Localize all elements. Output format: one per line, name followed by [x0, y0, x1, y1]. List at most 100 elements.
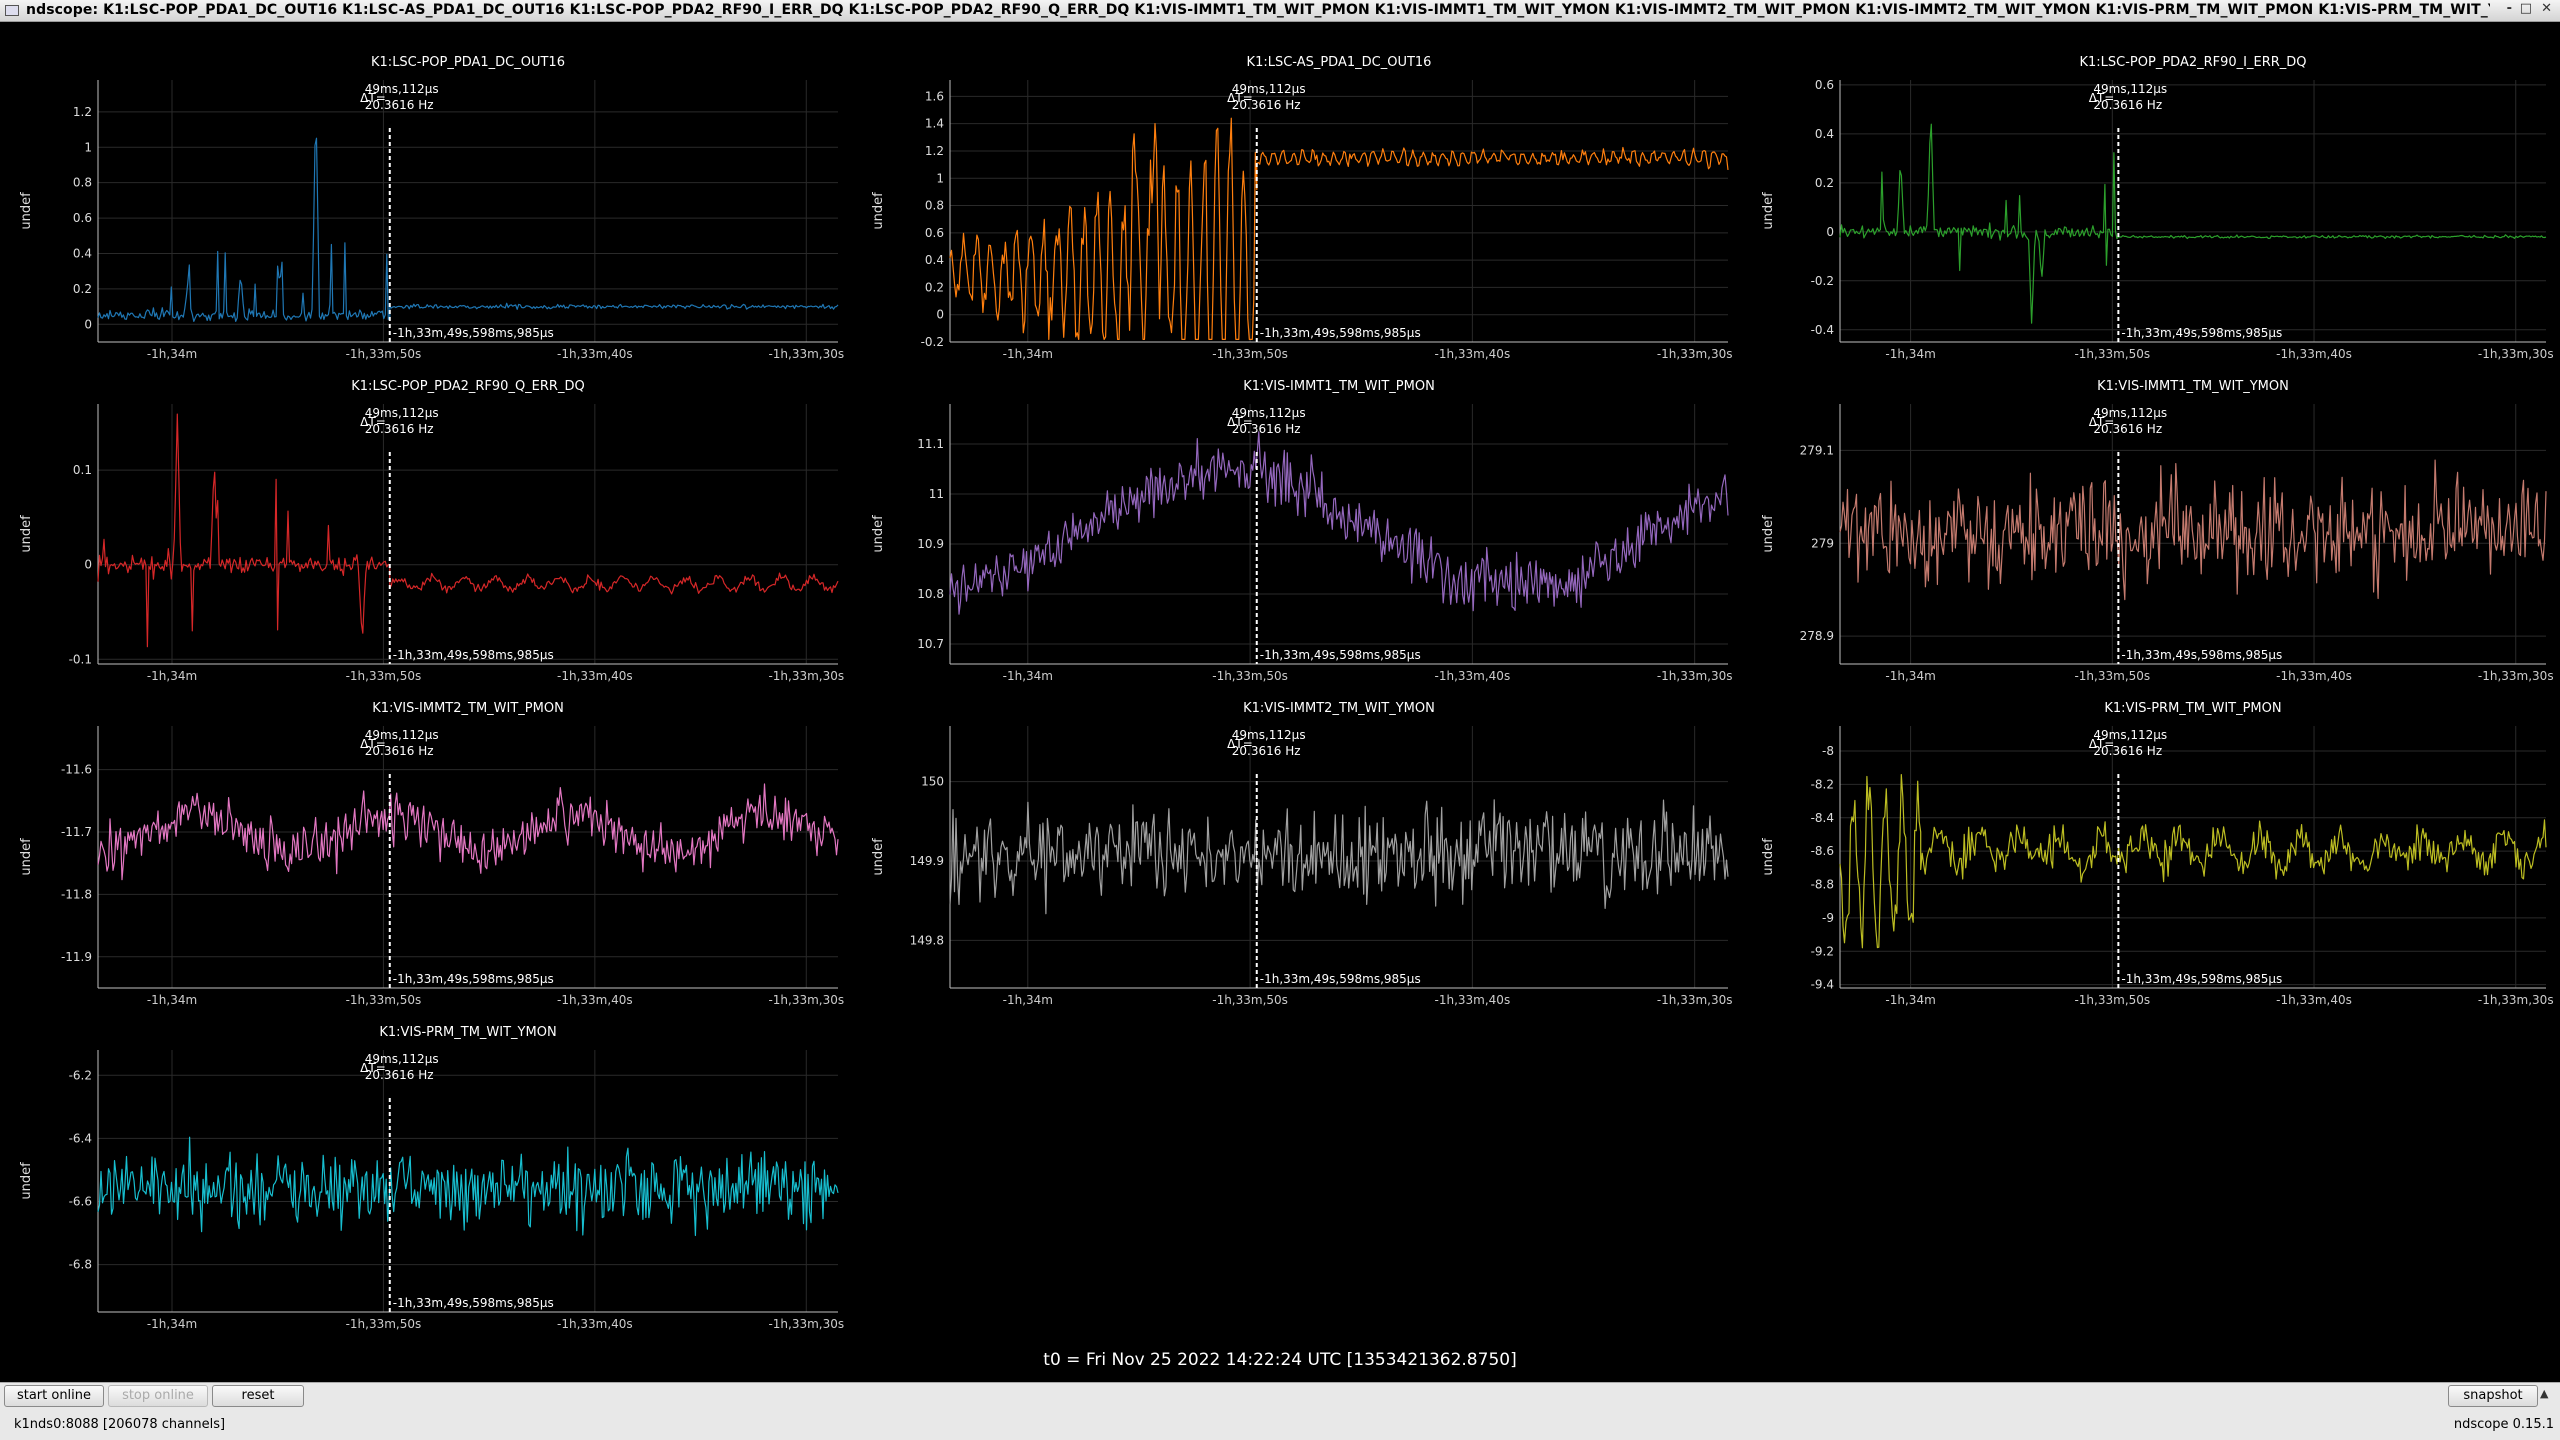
- window-titlebar: ndscope: K1:LSC-POP_PDA1_DC_OUT16 K1:LSC…: [0, 0, 2560, 22]
- y-tick-label: 0: [84, 558, 92, 572]
- cursor-label: -1h,33m,49s,598ms,985µs: [2121, 648, 2282, 662]
- y-axis-label: undef: [1761, 838, 1776, 876]
- plot-panel[interactable]: K1:VIS-IMMT1_TM_WIT_YMON 278.9 279 279.1 -1h…: [1761, 379, 2554, 683]
- plot-title: K1:LSC-POP_PDA2_RF90_I_ERR_DQ: [2079, 55, 2306, 70]
- x-tick-label: -1h,33m,30s: [2478, 347, 2554, 361]
- y-tick-label: 149.8: [910, 933, 944, 947]
- plot-panel[interactable]: K1:VIS-IMMT2_TM_WIT_PMON -11.9 -11.8 -11.7 -…: [19, 701, 844, 1007]
- maximize-icon[interactable]: □: [2520, 1, 2532, 16]
- y-tick-label: -9.4: [1811, 978, 1834, 992]
- x-tick-label: -1h,33m,30s: [1657, 669, 1733, 683]
- delta-frequency: 20.3616 Hz: [2093, 744, 2162, 758]
- x-tick-label: -1h,33m,50s: [2074, 347, 2150, 361]
- y-tick-label: 278.9: [1800, 629, 1834, 643]
- plot-panel[interactable]: K1:LSC-POP_PDA1_DC_OUT16 0 0.2 0.4 0.6 0.8 1 1.…: [19, 55, 844, 361]
- plot-title: K1:VIS-IMMT2_TM_WIT_YMON: [1243, 701, 1435, 716]
- x-tick-label: -1h,34m: [1885, 347, 1935, 361]
- delta-frequency: 20.3616 Hz: [365, 1068, 434, 1082]
- plot-panel[interactable]: K1:VIS-IMMT1_TM_WIT_PMON 10.7 10.8 10.9 11 11…: [871, 379, 1733, 683]
- y-tick-label: -8.6: [1811, 844, 1834, 858]
- delta-frequency: 20.3616 Hz: [1232, 98, 1301, 112]
- y-tick-label: -6.4: [69, 1131, 92, 1145]
- series-line: [97, 413, 839, 648]
- plot-title: K1:LSC-POP_PDA1_DC_OUT16: [371, 55, 565, 70]
- y-tick-label: 10.7: [917, 637, 944, 651]
- close-icon[interactable]: ✕: [2541, 1, 2552, 16]
- series-line: [97, 137, 839, 322]
- reset-button[interactable]: reset: [212, 1385, 304, 1407]
- x-tick-label: -1h,33m,50s: [2074, 993, 2150, 1007]
- x-tick-label: -1h,33m,40s: [557, 669, 633, 683]
- x-tick-label: -1h,33m,40s: [2276, 993, 2352, 1007]
- plot-panel[interactable]: K1:LSC-POP_PDA2_RF90_Q_ERR_DQ -0.1 0 0.1 -1h…: [19, 379, 844, 683]
- y-tick-label: 1: [936, 171, 944, 185]
- y-tick-label: 10.8: [917, 587, 944, 601]
- window-title: ndscope: K1:LSC-POP_PDA1_DC_OUT16 K1:LSC…: [26, 2, 2490, 18]
- stop-online-button[interactable]: stop online: [108, 1385, 208, 1407]
- x-tick-label: -1h,34m: [147, 347, 197, 361]
- plot-panel[interactable]: K1:VIS-PRM_TM_WIT_PMON -9.4 -9.2 -9 -8.8 -8.6…: [1761, 701, 2554, 1007]
- y-tick-label: 0.6: [1815, 78, 1834, 92]
- y-tick-label: 150: [921, 775, 944, 789]
- y-tick-label: -8.2: [1811, 777, 1834, 791]
- x-tick-label: -1h,33m,30s: [1657, 993, 1733, 1007]
- y-tick-label: -0.2: [921, 335, 944, 349]
- y-tick-label: -6.2: [69, 1068, 92, 1082]
- cursor-label: -1h,33m,49s,598ms,985µs: [1260, 648, 1421, 662]
- x-tick-label: -1h,33m,30s: [768, 1317, 844, 1331]
- y-tick-label: -0.2: [1811, 274, 1834, 288]
- snapshot-button[interactable]: snapshot: [2448, 1385, 2538, 1407]
- y-tick-label: 0: [936, 308, 944, 322]
- x-tick-label: -1h,33m,40s: [557, 993, 633, 1007]
- y-tick-label: -0.1: [69, 652, 92, 666]
- minimize-icon[interactable]: -: [2507, 1, 2512, 16]
- cursor-label: -1h,33m,49s,598ms,985µs: [1260, 972, 1421, 986]
- plot-panel[interactable]: K1:LSC-POP_PDA2_RF90_I_ERR_DQ -0.4 -0.2 0 0.…: [1761, 55, 2554, 361]
- y-tick-label: 1: [84, 140, 92, 154]
- series-line: [949, 799, 1729, 915]
- expand-arrow-icon[interactable]: ▲: [2540, 1387, 2548, 1400]
- x-tick-label: -1h,33m,40s: [1435, 993, 1511, 1007]
- delta-time: 49ms,112µs: [365, 1052, 439, 1066]
- x-tick-label: -1h,33m,40s: [1435, 347, 1511, 361]
- x-tick-label: -1h,33m,30s: [768, 347, 844, 361]
- plot-title: K1:VIS-PRM_TM_WIT_YMON: [379, 1025, 556, 1040]
- plot-area[interactable]: K1:LSC-POP_PDA1_DC_OUT16 0 0.2 0.4 0.6 0.8 1 1.…: [0, 22, 2560, 1382]
- y-tick-label: -11.8: [61, 887, 92, 901]
- delta-time: 49ms,112µs: [1232, 728, 1306, 742]
- x-tick-label: -1h,34m: [147, 993, 197, 1007]
- y-tick-label: 0.8: [925, 199, 944, 213]
- y-tick-label: -8: [1822, 744, 1834, 758]
- plot-title: K1:VIS-IMMT2_TM_WIT_PMON: [372, 701, 564, 716]
- y-axis-label: undef: [19, 838, 34, 876]
- x-tick-label: -1h,33m,50s: [1212, 993, 1288, 1007]
- plot-panel[interactable]: K1:VIS-IMMT2_TM_WIT_YMON 149.8 149.9 150 -1h…: [871, 701, 1733, 1007]
- cursor-label: -1h,33m,49s,598ms,985µs: [393, 1296, 554, 1310]
- y-tick-label: 0: [1826, 225, 1834, 239]
- y-axis-label: undef: [1761, 515, 1776, 553]
- y-tick-label: 11: [929, 487, 944, 501]
- delta-frequency: 20.3616 Hz: [365, 744, 434, 758]
- plot-panel[interactable]: K1:LSC-AS_PDA1_DC_OUT16 -0.2 0 0.2 0.4 0.6 0.8…: [871, 55, 1733, 361]
- y-tick-label: -11.9: [61, 950, 92, 964]
- y-tick-label: 1.6: [925, 89, 944, 103]
- x-tick-label: -1h,34m: [1885, 669, 1935, 683]
- plot-panel[interactable]: K1:VIS-PRM_TM_WIT_YMON -6.8 -6.6 -6.4 -6.2 -1…: [19, 1025, 844, 1331]
- series-line: [1839, 459, 2547, 601]
- y-tick-label: -9: [1822, 911, 1834, 925]
- cursor-label: -1h,33m,49s,598ms,985µs: [2121, 972, 2282, 986]
- x-tick-label: -1h,33m,40s: [557, 347, 633, 361]
- start-online-button[interactable]: start online: [4, 1385, 104, 1407]
- y-tick-label: 0.4: [1815, 127, 1834, 141]
- y-tick-label: 0.2: [925, 280, 944, 294]
- y-tick-label: -6.8: [69, 1258, 92, 1272]
- plots-canvas[interactable]: K1:LSC-POP_PDA1_DC_OUT16 0 0.2 0.4 0.6 0.8 1 1.…: [0, 22, 2560, 1382]
- delta-time: 49ms,112µs: [365, 406, 439, 420]
- y-tick-label: -11.7: [61, 825, 92, 839]
- cursor-label: -1h,33m,49s,598ms,985µs: [393, 326, 554, 340]
- delta-frequency: 20.3616 Hz: [1232, 744, 1301, 758]
- x-tick-label: -1h,33m,40s: [2276, 669, 2352, 683]
- x-tick-label: -1h,33m,30s: [2478, 669, 2554, 683]
- y-tick-label: 0.1: [73, 463, 92, 477]
- y-tick-label: 1.2: [925, 144, 944, 158]
